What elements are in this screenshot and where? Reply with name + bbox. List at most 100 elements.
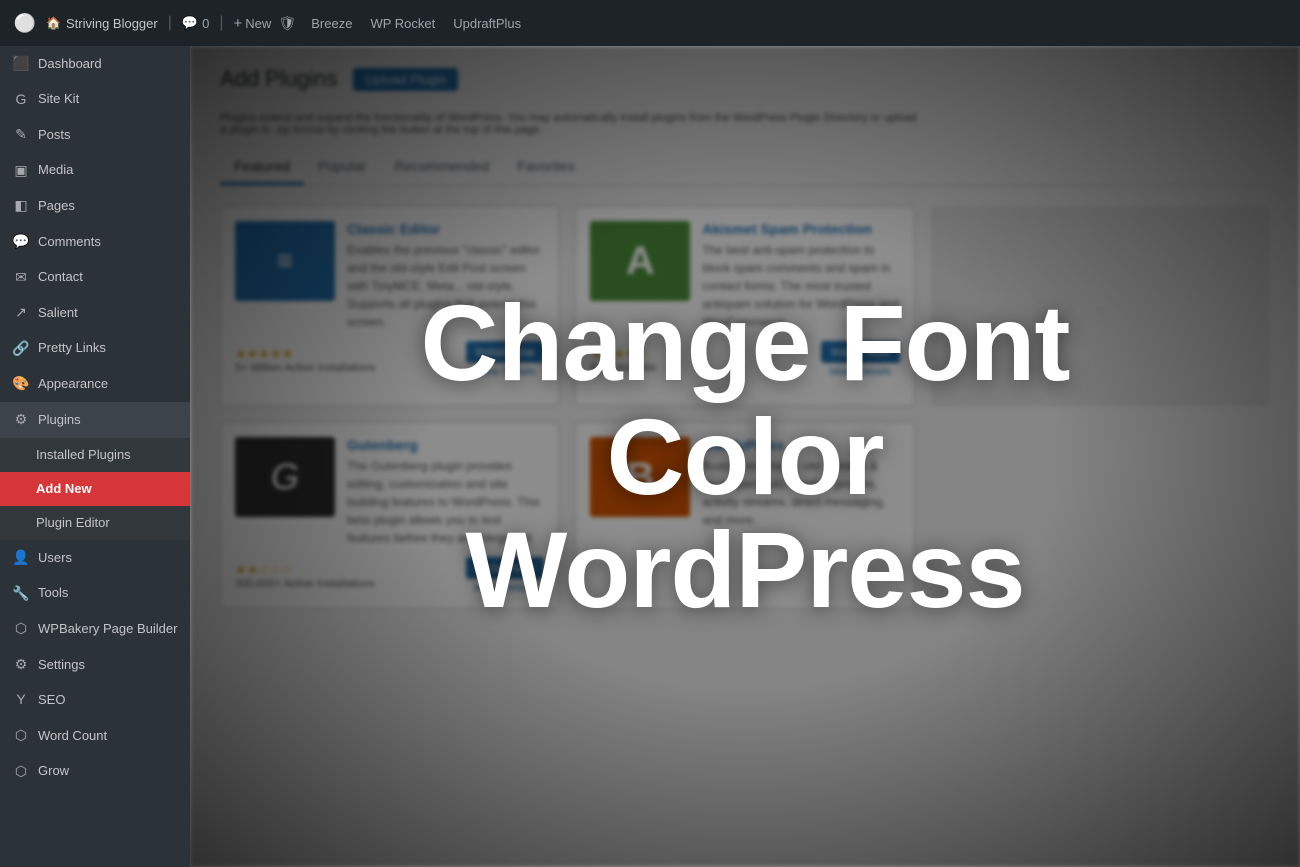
- admin-bar-comments[interactable]: 💬 0: [182, 15, 209, 31]
- appearance-icon: 🎨: [12, 374, 30, 394]
- sidebar-item-wpbakery[interactable]: ⬡ WPBakery Page Builder: [0, 611, 190, 647]
- sidebar-label-tools: Tools: [38, 584, 68, 602]
- plugin-bg: Add Plugins Upload Plugin Plugins extend…: [190, 46, 1300, 867]
- plugin-wprocket[interactable]: WP Rocket: [370, 16, 435, 31]
- gutenberg-install-btn: Install Now: [466, 557, 545, 579]
- sidebar-label-appearance: Appearance: [38, 375, 108, 393]
- sidebar-item-grow[interactable]: ⬡ Grow: [0, 754, 190, 790]
- tab-recommended-bg: Recommended: [380, 150, 503, 185]
- admin-bar-site[interactable]: 🏠 Striving Blogger: [46, 16, 158, 31]
- plugin-breeze[interactable]: Breeze: [311, 16, 352, 31]
- sidebar-label-pages: Pages: [38, 197, 75, 215]
- buddypress-thumb: B: [590, 437, 690, 517]
- plugin-info-text-bg: Plugins extend and expand the functional…: [220, 112, 920, 136]
- classic-editor-icon: ≡: [277, 245, 293, 277]
- pages-icon: ◧: [12, 196, 30, 216]
- gutenberg-stars: ★★☆☆☆: [235, 562, 375, 578]
- submenu-installed-plugins[interactable]: Installed Plugins: [0, 438, 190, 472]
- buddypress-desc: BuddyPress helps site builders & develop…: [702, 457, 899, 529]
- sidebar-item-tools[interactable]: 🔧 Tools: [0, 576, 190, 612]
- sidebar-item-plugins[interactable]: ⚙ Plugins: [0, 402, 190, 438]
- plugins-submenu: Installed Plugins Add New Plugin Editor: [0, 438, 190, 541]
- classic-editor-name: Classic Editor: [347, 221, 544, 237]
- sidebar-label-media: Media: [38, 161, 73, 179]
- tools-icon: 🔧: [12, 584, 30, 604]
- akismet-by: By Automattic: [590, 362, 657, 374]
- main-content: Add Plugins Upload Plugin Plugins extend…: [190, 46, 1300, 867]
- classic-editor-stars: ★★★★★: [235, 346, 375, 362]
- salient-icon: ↗: [12, 303, 30, 323]
- add-new-label: Add New: [36, 480, 92, 498]
- sidebar-label-settings: Settings: [38, 656, 85, 674]
- media-icon: ▣: [12, 161, 30, 181]
- sidebar-item-pages[interactable]: ◧ Pages: [0, 188, 190, 224]
- adminbar-plugins: Breeze WP Rocket UpdraftPlus: [311, 16, 521, 31]
- wpbakery-icon: ⬡: [12, 619, 30, 639]
- sidebar-item-posts[interactable]: ✎ Posts: [0, 117, 190, 153]
- classic-editor-desc: Enables the previous "classic" editor an…: [347, 241, 544, 331]
- site-name: Striving Blogger: [66, 16, 158, 31]
- dashboard-icon: ⬛: [12, 54, 30, 74]
- gutenberg-thumb: G: [235, 437, 335, 517]
- akismet-desc: The best anti-spam protection to block s…: [702, 241, 899, 331]
- sidebar-item-media[interactable]: ▣ Media: [0, 153, 190, 189]
- sidebar-label-wpbakery: WPBakery Page Builder: [38, 620, 177, 638]
- settings-icon: ⚙: [12, 655, 30, 675]
- new-label: New: [245, 16, 271, 31]
- buddypress-icon: B: [626, 455, 655, 500]
- grow-icon: ⬡: [12, 762, 30, 782]
- sidebar-item-appearance[interactable]: 🎨 Appearance: [0, 366, 190, 402]
- tab-featured-bg: Featured: [220, 150, 304, 185]
- sidebar-item-dashboard[interactable]: ⬛ Dashboard: [0, 46, 190, 82]
- sitekit-icon: G: [12, 90, 30, 110]
- plus-icon: +: [233, 15, 242, 32]
- plugin-card-buddypress: B BuddyPress BuddyPress helps site build…: [575, 422, 914, 609]
- contact-icon: ✉: [12, 268, 30, 288]
- sidebar-label-sitekit: Site Kit: [38, 90, 79, 108]
- pretty-links-icon: 🔗: [12, 339, 30, 359]
- comments-count: 0: [202, 16, 209, 31]
- tab-popular-bg: Popular: [304, 150, 380, 185]
- admin-bar: ⚪ 🏠 Striving Blogger | 💬 0 | + New 🛡 Bre…: [0, 0, 1300, 46]
- buddypress-name: BuddyPress: [702, 437, 899, 453]
- submenu-plugin-editor[interactable]: Plugin Editor: [0, 506, 190, 540]
- sidebar-item-settings[interactable]: ⚙ Settings: [0, 647, 190, 683]
- home-icon: 🏠: [46, 16, 61, 30]
- gutenberg-icon: G: [271, 456, 299, 498]
- posts-icon: ✎: [12, 125, 30, 145]
- sidebar-label-contact: Contact: [38, 268, 83, 286]
- page-title-bg: Add Plugins: [220, 66, 337, 92]
- sidebar-label-plugins: Plugins: [38, 411, 81, 429]
- sidebar-label-dashboard: Dashboard: [38, 55, 102, 73]
- sidebar-item-contact[interactable]: ✉ Contact: [0, 260, 190, 296]
- akismet-stars: ★★★★☆: [590, 346, 657, 362]
- classic-editor-details: More Details: [466, 366, 545, 378]
- sidebar-label-grow: Grow: [38, 762, 69, 780]
- akismet-thumb: A: [590, 221, 690, 301]
- classic-editor-installs: 5+ Million Active Installations: [235, 362, 375, 374]
- shield-icon: 🛡: [277, 13, 297, 33]
- plugin-card-gutenberg: G Gutenberg The Gutenberg plugin provide…: [220, 422, 559, 609]
- akismet-install-btn: Install Now: [821, 341, 900, 363]
- sidebar-label-seo: SEO: [38, 691, 65, 709]
- akismet-details: More Details: [821, 366, 900, 378]
- plugin-updraftplus[interactable]: UpdraftPlus: [453, 16, 521, 31]
- plugin-card-akismet: A Akismet Spam Protection The best anti-…: [575, 206, 914, 406]
- sidebar-item-sitekit[interactable]: G Site Kit: [0, 82, 190, 118]
- sidebar-item-pretty-links[interactable]: 🔗 Pretty Links: [0, 331, 190, 367]
- sidebar-item-wordcount[interactable]: ⬡ Word Count: [0, 718, 190, 754]
- sidebar-item-seo[interactable]: Y SEO: [0, 682, 190, 718]
- admin-bar-new[interactable]: + New: [233, 15, 271, 32]
- submenu-add-new[interactable]: Add New: [0, 472, 190, 506]
- gutenberg-desc: The Gutenberg plugin provides editing, c…: [347, 457, 544, 547]
- sidebar-label-pretty-links: Pretty Links: [38, 339, 106, 357]
- plugins-grid: ≡ Classic Editor Enables the previous "c…: [220, 206, 1270, 609]
- gutenberg-name: Gutenberg: [347, 437, 544, 453]
- upload-plugin-btn-bg: Upload Plugin: [353, 68, 458, 91]
- comments-icon: 💬: [182, 15, 198, 31]
- comments-side-icon: 💬: [12, 232, 30, 252]
- sidebar-item-users[interactable]: 👤 Users: [0, 540, 190, 576]
- sidebar-item-salient[interactable]: ↗ Salient: [0, 295, 190, 331]
- sidebar-item-comments[interactable]: 💬 Comments: [0, 224, 190, 260]
- sidebar: ⬛ Dashboard G Site Kit ✎ Posts ▣ Media ◧…: [0, 46, 190, 867]
